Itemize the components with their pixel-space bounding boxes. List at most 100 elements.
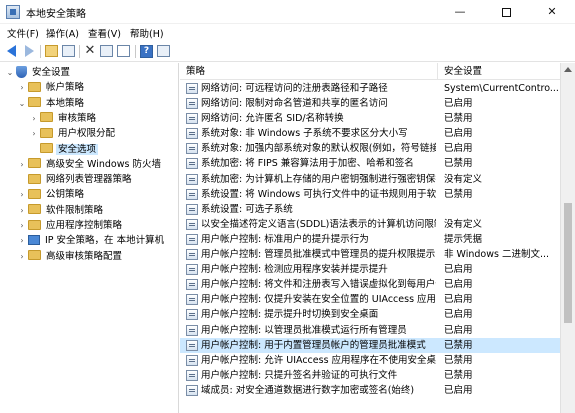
chevron-down-icon[interactable]: ⌄ [6, 65, 14, 80]
policy-setting: 已禁用 [444, 369, 473, 381]
policy-name: 用户帐户控制: 允许 UIAccess 应用程序在不使用安全桌面... [201, 354, 436, 366]
toolbar: ✕ ? [0, 42, 575, 62]
tree-item[interactable]: › 高级审核策略配置 [18, 249, 124, 264]
shield-icon [16, 65, 27, 78]
table-row[interactable]: 系统设置: 将 Windows 可执行文件中的证书规则用于软件限制... 已禁用 [180, 187, 560, 202]
folder-up-icon[interactable] [45, 44, 59, 58]
tree-item[interactable]: › IP 安全策略，在 本地计算机 [18, 233, 166, 248]
policy-name: 用户帐户控制: 将文件和注册表写入错误虚拟化到每用户位置 [201, 279, 436, 291]
minimize-button[interactable]: — [437, 0, 483, 24]
computer-icon [28, 234, 40, 245]
table-row[interactable]: 网络访问: 可远程访问的注册表路径和子路径 System\CurrentContr… [180, 81, 560, 96]
policy-name: 系统设置: 将 Windows 可执行文件中的证书规则用于软件限制... [201, 188, 436, 200]
table-row[interactable]: 系统加密: 为计算机上存储的用户密钥强制进行强密钥保护 没有定义 [180, 172, 560, 187]
table-row[interactable]: 用户帐户控制: 仅提升安装在安全位置的 UIAccess 应用程序 已启用 [180, 292, 560, 307]
menu-view[interactable]: 查看(V) [88, 26, 121, 40]
policy-icon [186, 369, 198, 381]
forward-arrow-icon[interactable] [22, 44, 36, 58]
local-security-policy-icon [6, 5, 20, 19]
tree-item[interactable]: 安全选项 [30, 142, 99, 157]
policy-setting: 没有定义 [444, 218, 483, 230]
maximize-button[interactable] [483, 0, 529, 24]
policy-icon [186, 203, 198, 215]
policy-name: 网络访问: 可远程访问的注册表路径和子路径 [201, 83, 388, 94]
policy-name: 系统加密: 为计算机上存储的用户密钥强制进行强密钥保护 [201, 173, 436, 185]
table-row[interactable]: 域成员: 对安全通道数据进行数字加密或签名(始终) 已启用 [180, 383, 560, 398]
policy-icon [186, 279, 198, 291]
table-row[interactable]: 用户帐户控制: 标准用户的提升提示行为 提示凭据 [180, 232, 560, 247]
table-row[interactable]: 用户帐户控制: 提示提升时切换到安全桌面 已启用 [180, 307, 560, 322]
table-row[interactable]: 系统对象: 非 Windows 子系统不要求区分大小写 已启用 [180, 126, 560, 141]
vertical-scrollbar[interactable] [560, 63, 575, 413]
tree-item[interactable]: › 公钥策略 [18, 187, 86, 202]
chevron-right-icon[interactable]: › [18, 203, 26, 218]
chevron-right-icon[interactable]: › [18, 187, 26, 202]
table-row[interactable]: 以安全描述符定义语言(SDDL)语法表示的计算机访问限制 没有定义 [180, 217, 560, 232]
scrollbar-thumb[interactable] [564, 203, 572, 323]
close-button[interactable]: ✕ [529, 0, 575, 24]
chevron-right-icon[interactable]: › [30, 126, 38, 141]
policy-icon [186, 83, 198, 94]
policy-icon [186, 188, 198, 200]
menu-help[interactable]: 帮助(H) [130, 26, 164, 40]
tree-item[interactable]: › 用户权限分配 [30, 126, 117, 141]
chevron-right-icon[interactable]: › [18, 249, 26, 264]
table-row[interactable]: 用户帐户控制: 用于内置管理员帐户的管理员批准模式 已禁用 [180, 337, 560, 353]
table-row[interactable]: 用户帐户控制: 检测应用程序安装并提示提升 已启用 [180, 262, 560, 277]
policy-icon [186, 113, 198, 125]
policy-name: 用户帐户控制: 只提升签名并验证的可执行文件 [201, 369, 398, 381]
table-row[interactable]: 系统设置: 可选子系统 [180, 202, 560, 217]
view-icon[interactable] [157, 44, 171, 58]
tree-item[interactable]: › 帐户策略 [18, 80, 86, 95]
export-icon[interactable] [117, 44, 131, 58]
tree-item[interactable]: › 高级安全 Windows 防火墙 [18, 157, 163, 172]
tree-item[interactable]: ⌄ 本地策略 [18, 96, 86, 111]
policy-setting: 非 Windows 二进制文... [444, 249, 550, 261]
chevron-right-icon[interactable]: › [18, 233, 26, 248]
policy-setting: 已禁用 [444, 354, 473, 366]
delete-icon[interactable]: ✕ [83, 44, 97, 58]
folder-icon [28, 188, 41, 199]
properties-icon[interactable] [100, 44, 114, 58]
chevron-right-icon[interactable]: › [30, 111, 38, 126]
chevron-right-icon[interactable]: › [18, 218, 26, 233]
folder-icon [28, 219, 41, 230]
policy-setting: 已启用 [444, 384, 473, 396]
policy-name: 用户帐户控制: 用于内置管理员帐户的管理员批准模式 [201, 339, 426, 351]
table-row[interactable]: 用户帐户控制: 允许 UIAccess 应用程序在不使用安全桌面... 已禁用 [180, 353, 560, 368]
chevron-right-icon[interactable]: › [18, 80, 26, 95]
title-bar: 本地安全策略 — ✕ [0, 0, 575, 24]
table-row[interactable]: 用户帐户控制: 以管理员批准模式运行所有管理员 已启用 [180, 323, 560, 338]
policy-setting: 已启用 [444, 324, 473, 336]
folder-icon [28, 158, 41, 169]
chevron-down-icon[interactable]: ⌄ [18, 96, 26, 111]
help-icon[interactable]: ? [140, 44, 154, 58]
tree-item[interactable]: 网络列表管理器策略 [18, 172, 134, 187]
table-row[interactable]: 系统对象: 加强内部系统对象的默认权限(例如，符号链接) 已启用 [180, 141, 560, 156]
chevron-right-icon[interactable]: › [18, 157, 26, 172]
table-row[interactable]: 系统加密: 将 FIPS 兼容算法用于加密、哈希和签名 已禁用 [180, 156, 560, 171]
policy-name: 系统设置: 可选子系统 [201, 203, 293, 215]
table-row[interactable]: 用户帐户控制: 将文件和注册表写入错误虚拟化到每用户位置 已启用 [180, 277, 560, 292]
table-row[interactable]: 用户帐户控制: 只提升签名并验证的可执行文件 已禁用 [180, 368, 560, 383]
column-header-setting[interactable]: 安全设置 [438, 63, 560, 80]
menu-file[interactable]: 文件(F) [7, 26, 39, 40]
show-tree-icon[interactable] [62, 44, 76, 58]
folder-icon [28, 173, 41, 184]
tree-item[interactable]: › 软件限制策略 [18, 203, 105, 218]
policy-setting: 已启用 [444, 294, 473, 306]
policy-name: 用户帐户控制: 标准用户的提升提示行为 [201, 233, 369, 245]
tree-item[interactable]: › 审核策略 [30, 111, 98, 126]
table-row[interactable]: 网络访问: 限制对命名管道和共享的匿名访问 已启用 [180, 96, 560, 111]
table-row[interactable]: 用户帐户控制: 管理员批准模式中管理员的提升权限提示的... 非 Windows … [180, 247, 560, 262]
menu-action[interactable]: 操作(A) [46, 26, 79, 40]
policy-icon [186, 324, 198, 336]
tree-item[interactable]: ⌄ 安全设置 [6, 65, 72, 80]
scroll-up-icon[interactable] [564, 67, 572, 72]
tree-item-label: 用户权限分配 [58, 128, 116, 140]
back-arrow-icon[interactable] [5, 44, 19, 58]
policy-name: 用户帐户控制: 以管理员批准模式运行所有管理员 [201, 324, 407, 336]
column-header-policy[interactable]: 策略 [180, 63, 438, 80]
tree-item[interactable]: › 应用程序控制策略 [18, 218, 124, 233]
table-row[interactable]: 网络访问: 允许匿名 SID/名称转换 已禁用 [180, 111, 560, 126]
